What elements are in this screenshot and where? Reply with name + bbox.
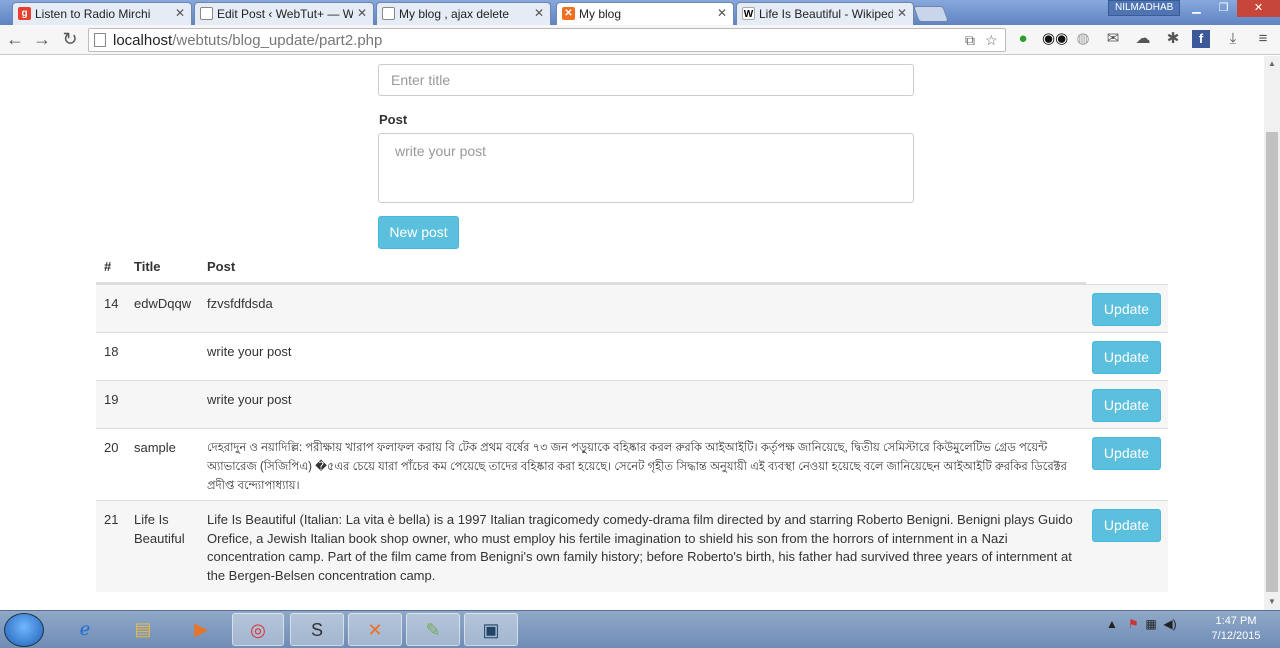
address-url[interactable]: localhost/webtuts/blog_update/part2.php (113, 32, 382, 49)
title-input[interactable]: Enter title (378, 64, 914, 96)
paint-icon[interactable]: ✎ (406, 613, 460, 646)
update-button[interactable]: Update (1092, 293, 1161, 326)
extension-balloon-icon[interactable]: ● (1012, 28, 1034, 50)
volume-icon[interactable]: ◀) (1163, 617, 1176, 631)
facebook-icon[interactable]: f (1192, 30, 1210, 48)
close-tab-icon[interactable]: ✕ (897, 6, 907, 20)
row-title: Life Is Beautiful (134, 512, 185, 546)
table-row: 21 Life Is Beautiful Life Is Beautiful (… (96, 500, 1168, 592)
new-tab-button[interactable] (913, 6, 949, 22)
post-label: Post (379, 112, 408, 127)
tab-label: My blog , ajax delete (399, 7, 510, 21)
extension-globe-icon[interactable]: ◍ (1072, 28, 1094, 50)
tab-label: My blog (579, 7, 622, 21)
tab-label: Edit Post ‹ WebTut+ — W (217, 7, 353, 21)
media-player-icon[interactable]: ▶ (174, 613, 228, 646)
update-button[interactable]: Update (1092, 389, 1161, 422)
address-bar[interactable]: localhost/webtuts/blog_update/part2.php … (88, 28, 1006, 52)
tab-edit-post[interactable]: Edit Post ‹ WebTut+ — W ✕ (194, 2, 374, 25)
row-id: 18 (104, 344, 119, 359)
clock-time: 1:47 PM (1215, 615, 1257, 627)
scroll-down-icon[interactable]: ▼ (1264, 594, 1280, 610)
header-id: # (104, 259, 112, 274)
row-post: fzvsfdfdsda (207, 296, 273, 311)
sublime-text-icon[interactable]: S (290, 613, 344, 646)
row-post: দেহরাদুন ও নয়াদিল্লি: পরীক্ষায় খারাপ ফ… (207, 442, 1067, 492)
close-window-icon[interactable]: ✕ (1237, 0, 1280, 17)
clock[interactable]: 1:47 PM 7/12/2015 (1204, 614, 1268, 644)
row-post: write your post (207, 344, 292, 359)
tab-label: Listen to Radio Mirchi (35, 7, 151, 21)
page-scrollbar[interactable]: ▲ ▼ (1264, 56, 1280, 610)
row-id: 21 (104, 512, 119, 527)
table-row: 18 write your post Update (96, 332, 1168, 380)
back-arrow-icon[interactable]: ← (4, 28, 26, 50)
row-title: edwDqqw (134, 296, 192, 311)
restore-icon[interactable]: ❐ (1210, 0, 1237, 17)
remote-desktop-icon[interactable]: ▣ (464, 613, 518, 646)
tab-radio-mirchi[interactable]: g Listen to Radio Mirchi ✕ (12, 2, 192, 25)
file-explorer-icon[interactable]: ▤ (116, 613, 170, 646)
minimize-icon[interactable]: ▁ (1183, 0, 1210, 17)
download-icon[interactable]: ⤓ (1222, 28, 1244, 50)
post-textarea[interactable]: write your post (378, 133, 914, 203)
close-tab-icon[interactable]: ✕ (717, 6, 727, 20)
network-icon[interactable]: ▦ (1145, 617, 1156, 631)
row-id: 19 (104, 392, 119, 407)
mail-icon[interactable]: ✉ (1102, 28, 1124, 50)
windows-taskbar: ℯ ▤ ▶ ◎ S ✕ ✎ ▣ ▲ ⚑ ▦ ◀) 1:47 PM 7/12/20… (0, 610, 1280, 648)
row-id: 20 (104, 440, 119, 455)
update-button[interactable]: Update (1092, 509, 1161, 542)
chrome-icon[interactable]: ◎ (232, 613, 284, 646)
system-tray: ▲ ⚑ ▦ ◀) (1106, 617, 1177, 631)
posts-table: # Title Post 14 edwDqqw fzvsfdfdsda Upda… (96, 250, 1168, 592)
internet-explorer-icon[interactable]: ℯ (58, 613, 112, 646)
tab-label: Life Is Beautiful - Wikipedi (759, 7, 893, 21)
row-title: sample (134, 440, 176, 455)
xampp-control-icon[interactable]: ✕ (348, 613, 402, 646)
browser-tab-strip: g Listen to Radio Mirchi ✕ Edit Post ‹ W… (0, 0, 1280, 25)
page-content: Enter title Post write your post New pos… (0, 56, 1264, 610)
table-header: # Title Post (96, 250, 1086, 284)
header-title: Title (134, 259, 161, 274)
extension-eyes-icon[interactable]: ◉◉ (1042, 28, 1068, 50)
start-button[interactable] (4, 613, 44, 647)
show-hidden-icons-icon[interactable]: ▲ (1106, 617, 1118, 631)
close-tab-icon[interactable]: ✕ (175, 6, 185, 20)
close-tab-icon[interactable]: ✕ (534, 6, 544, 20)
row-id: 14 (104, 296, 119, 311)
browser-toolbar: ← → ↻ localhost/webtuts/blog_update/part… (0, 25, 1280, 55)
update-button[interactable]: Update (1092, 341, 1161, 374)
extension-bug-icon[interactable]: ✱ (1162, 28, 1184, 50)
page-icon (94, 33, 106, 47)
header-post: Post (207, 259, 236, 274)
radio-mirchi-icon: g (18, 7, 31, 20)
clock-date: 7/12/2015 (1211, 630, 1261, 642)
cloud-icon[interactable]: ☁ (1132, 28, 1154, 50)
page-icon (200, 7, 213, 20)
scroll-up-icon[interactable]: ▲ (1264, 56, 1280, 72)
forward-arrow-icon[interactable]: → (31, 28, 53, 50)
translate-icon[interactable]: ⧉ (965, 32, 975, 49)
scrollbar-thumb[interactable] (1266, 132, 1278, 592)
close-tab-icon[interactable]: ✕ (357, 6, 367, 20)
update-button[interactable]: Update (1092, 437, 1161, 470)
tab-life-is-beautiful[interactable]: W Life Is Beautiful - Wikipedi ✕ (736, 2, 914, 25)
bookmark-star-icon[interactable]: ☆ (985, 32, 998, 49)
menu-icon[interactable]: ≡ (1252, 28, 1274, 50)
profile-name-badge[interactable]: NILMADHAB (1108, 0, 1181, 16)
action-center-icon[interactable]: ⚑ (1128, 617, 1139, 631)
row-post: write your post (207, 392, 292, 407)
page-icon (382, 7, 395, 20)
xampp-icon: ✕ (562, 7, 575, 20)
row-post: Life Is Beautiful (Italian: La vita è be… (207, 512, 1073, 583)
new-post-button[interactable]: New post (378, 216, 459, 249)
table-row: 19 write your post Update (96, 380, 1168, 428)
wikipedia-icon: W (742, 7, 755, 20)
table-row: 14 edwDqqw fzvsfdfdsda Update (96, 284, 1168, 332)
reload-icon[interactable]: ↻ (59, 28, 81, 50)
table-row: 20 sample দেহরাদুন ও নয়াদিল্লি: পরীক্ষা… (96, 428, 1168, 500)
tab-my-blog-ajax[interactable]: My blog , ajax delete ✕ (376, 2, 551, 25)
tab-my-blog[interactable]: ✕ My blog ✕ (556, 2, 734, 25)
